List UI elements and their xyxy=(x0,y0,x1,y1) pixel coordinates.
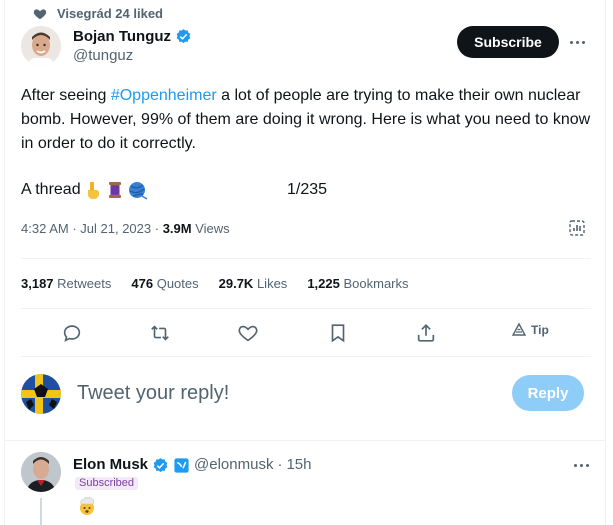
reply-avatar[interactable] xyxy=(21,452,61,492)
tweet-detail: Visegrád 24 liked Bojan Tunguz @tunguz S… xyxy=(4,0,606,525)
author-name-text[interactable]: Bojan Tunguz xyxy=(73,27,171,46)
reply-input[interactable]: Tweet your reply! xyxy=(77,382,229,405)
social-context-text: Visegrád 24 liked xyxy=(57,6,163,21)
thread-line: A thread xyxy=(21,178,149,202)
subscribe-button[interactable]: Subscribe xyxy=(457,26,559,58)
author-name[interactable]: Bojan Tunguz xyxy=(73,27,192,46)
divider xyxy=(21,308,591,309)
divider xyxy=(21,258,591,259)
stat-likes[interactable]: 29.7K Likes xyxy=(219,274,288,294)
engagement-stats: 3,187 Retweets 476 Quotes 29.7K Likes 1,… xyxy=(21,274,429,294)
author-handle[interactable]: @tunguz xyxy=(73,46,192,66)
tip-icon xyxy=(511,322,527,336)
thread-spool-emoji xyxy=(105,180,125,200)
like-icon[interactable] xyxy=(235,320,261,346)
stat-quotes[interactable]: 476 Quotes xyxy=(131,274,198,294)
tweet-text-part: After seeing xyxy=(21,87,111,104)
reply-time[interactable]: 15h xyxy=(286,455,311,475)
avatar[interactable] xyxy=(21,26,61,66)
thread-label: A thread xyxy=(21,181,81,198)
tip-button[interactable]: Tip xyxy=(511,322,549,338)
pointing-down-emoji xyxy=(83,180,103,200)
verified-badge-icon xyxy=(153,457,168,472)
user-avatar[interactable] xyxy=(21,374,61,414)
thread-count: 1/235 xyxy=(287,181,328,198)
more-options-icon[interactable] xyxy=(569,458,593,472)
reply-icon[interactable] xyxy=(59,320,85,346)
views-label: Views xyxy=(195,221,230,236)
exploding-head-emoji xyxy=(77,496,97,521)
reply-button[interactable]: Reply xyxy=(512,375,584,411)
heart-icon xyxy=(33,8,47,19)
tweet-author[interactable]: Bojan Tunguz @tunguz xyxy=(21,26,192,66)
stat-retweets[interactable]: 3,187 Retweets xyxy=(21,274,111,294)
stat-bookmarks[interactable]: 1,225 Bookmarks xyxy=(307,274,408,294)
reply-handle[interactable]: @elonmusk xyxy=(194,455,273,475)
action-bar: Tip xyxy=(21,318,591,348)
reply-separator: · xyxy=(277,456,283,473)
hashtag-link[interactable]: #Oppenheimer xyxy=(111,87,217,104)
share-icon[interactable] xyxy=(413,320,439,346)
views-count: 3.9M xyxy=(162,221,192,236)
tip-label: Tip xyxy=(531,323,549,337)
reply-header: Elon Musk @elonmusk · 15h xyxy=(73,455,311,475)
divider xyxy=(5,440,605,441)
affiliate-badge-icon[interactable] xyxy=(173,457,190,474)
reply-author-name[interactable]: Elon Musk xyxy=(73,455,148,475)
subscribed-badge: Subscribed xyxy=(75,477,139,490)
analytics-icon[interactable] xyxy=(567,218,587,238)
retweet-icon[interactable] xyxy=(147,320,173,346)
tweet-time[interactable]: 4:32 AM xyxy=(21,221,69,236)
social-context: Visegrád 24 liked xyxy=(33,6,163,21)
thread-connector xyxy=(40,498,42,525)
more-options-icon[interactable] xyxy=(565,32,589,52)
tweet-date[interactable]: Jul 21, 2023 xyxy=(80,221,151,236)
yarn-ball-emoji xyxy=(127,180,149,200)
bookmark-icon[interactable] xyxy=(325,320,351,346)
divider xyxy=(21,356,591,357)
tweet-metadata: 4:32 AM · Jul 21, 2023 · 3.9M Views xyxy=(21,221,230,236)
tweet-text: After seeing #Oppenheimer a lot of peopl… xyxy=(21,84,591,156)
verified-badge-icon xyxy=(176,28,191,43)
reply-composer: Tweet your reply! Reply xyxy=(21,374,591,418)
